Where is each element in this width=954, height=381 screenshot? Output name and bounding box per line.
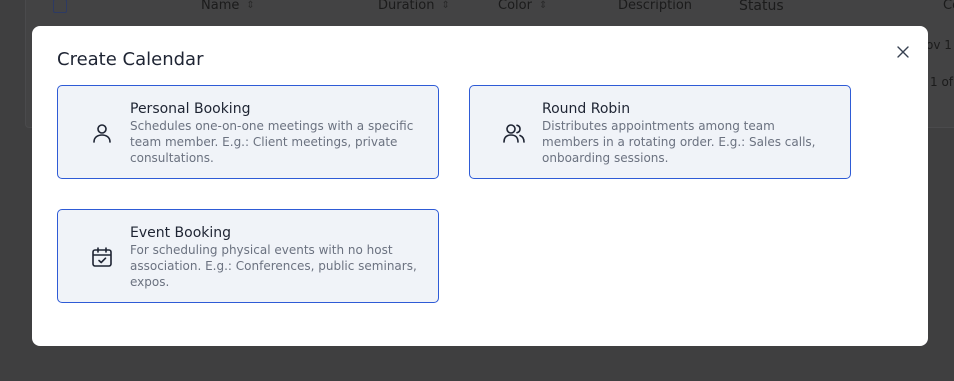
- column-name[interactable]: Name ⇕: [201, 0, 255, 13]
- table-cell: ov 1: [926, 38, 952, 52]
- column-color[interactable]: Color ⇕: [498, 0, 547, 13]
- create-calendar-modal: Create Calendar Personal Booking Schedul…: [32, 26, 928, 346]
- event-booking-option[interactable]: Event Booking For scheduling physical ev…: [57, 209, 439, 303]
- calendar-check-icon: [92, 247, 112, 267]
- table-header: Name ⇕ Duration ⇕ Color ⇕ Description Statu…: [26, 0, 954, 21]
- column-description: Description: [618, 0, 693, 13]
- sort-icon: ⇕: [441, 0, 450, 11]
- user-icon: [93, 124, 111, 143]
- column-partial: Co: [943, 0, 954, 13]
- option-title: Personal Booking: [130, 101, 251, 117]
- option-title: Event Booking: [130, 225, 232, 241]
- column-status: Status: [739, 0, 784, 14]
- option-description: For scheduling physical events with no h…: [130, 243, 417, 289]
- sort-icon: ⇕: [538, 0, 548, 11]
- column-duration[interactable]: Duration ⇕: [378, 0, 450, 13]
- close-button[interactable]: [894, 43, 912, 61]
- close-icon: [897, 46, 909, 58]
- personal-booking-option[interactable]: Personal Booking Schedules one-on-one me…: [57, 85, 439, 179]
- modal-title: Create Calendar: [57, 49, 204, 70]
- select-all-checkbox[interactable]: [53, 0, 67, 13]
- round-robin-option[interactable]: Round Robin Distributes appointments amo…: [469, 85, 851, 179]
- sort-icon: ⇕: [246, 0, 255, 11]
- option-description: Distributes appointments among team memb…: [542, 119, 816, 165]
- users-icon: [503, 124, 525, 143]
- pagination-text: 1 of: [930, 75, 954, 89]
- option-description: Schedules one-on-one meetings with a spe…: [130, 119, 414, 165]
- option-title: Round Robin: [542, 101, 631, 117]
